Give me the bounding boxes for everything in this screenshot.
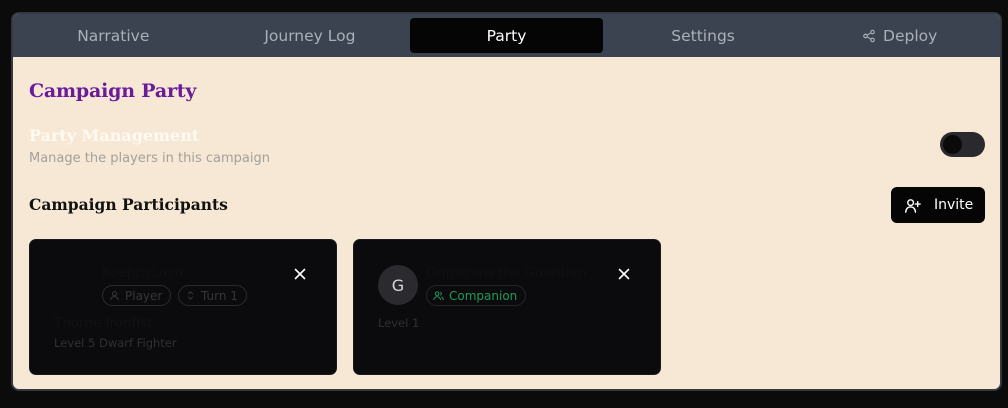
invite-label: Invite xyxy=(934,197,974,213)
users-icon xyxy=(433,291,444,301)
badge-label: Turn 1 xyxy=(201,288,238,303)
close-icon[interactable] xyxy=(292,266,308,282)
tab-journey-log[interactable]: Journey Log xyxy=(214,18,407,53)
turn-badge: Turn 1 xyxy=(178,285,247,306)
chevrons-up-down-icon xyxy=(187,291,194,300)
user-plus-icon xyxy=(904,198,921,213)
tab-bar: Narrative Journey Log Party Settings Dep… xyxy=(13,14,1000,57)
invite-button[interactable]: Invite xyxy=(891,187,985,223)
tab-settings[interactable]: Settings xyxy=(607,18,800,53)
app-window: Narrative Journey Log Party Settings Dep… xyxy=(11,12,1002,391)
badge-label: Player xyxy=(125,288,163,303)
avatar: G xyxy=(378,265,418,305)
party-management-description: Manage the players in this campaign xyxy=(29,151,270,166)
participant-name: Grimshaw the Guardian xyxy=(426,265,587,281)
character-name: Thorne Ironfist xyxy=(54,315,153,331)
close-icon[interactable] xyxy=(616,266,632,282)
badge-label: Companion xyxy=(449,288,518,303)
tab-label: Deploy xyxy=(883,26,938,45)
tab-label: Party xyxy=(486,26,527,45)
tab-label: Settings xyxy=(671,26,735,45)
tab-party[interactable]: Party xyxy=(410,18,603,53)
share-icon xyxy=(863,29,875,42)
user-icon xyxy=(110,291,119,301)
tab-deploy[interactable]: Deploy xyxy=(803,18,996,53)
party-management-title: Party Management xyxy=(29,126,200,145)
tab-narrative[interactable]: Narrative xyxy=(17,18,210,53)
character-description: Level 5 Dwarf Fighter xyxy=(54,336,177,350)
player-badge: Player xyxy=(102,285,172,306)
page-title: Campaign Party xyxy=(29,80,197,102)
toggle-knob xyxy=(943,135,962,154)
tab-label: Narrative xyxy=(77,26,150,45)
tab-label: Journey Log xyxy=(264,26,356,45)
participant-name: KoeppyLoco xyxy=(102,265,184,281)
participant-card: G Grimshaw the Guardian Companion Level … xyxy=(353,239,661,375)
level-label: Level 1 xyxy=(378,316,420,330)
party-management-toggle[interactable] xyxy=(940,132,985,157)
participants-title: Campaign Participants xyxy=(29,195,228,214)
party-panel: Campaign Party Party Management Manage t… xyxy=(13,57,1000,389)
participant-card: KoeppyLoco Player Turn 1 Thorne Ironfist… xyxy=(29,239,337,375)
companion-badge: Companion xyxy=(426,285,527,306)
